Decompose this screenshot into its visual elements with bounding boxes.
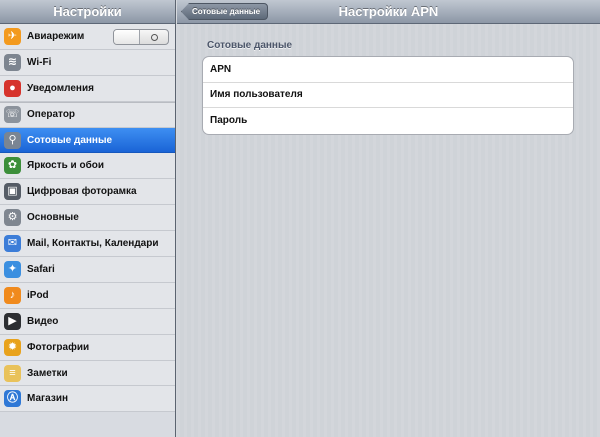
- toggle-off-indicator: [140, 30, 168, 44]
- field-row-2[interactable]: Пароль: [203, 108, 573, 134]
- field-row-0[interactable]: APN: [203, 57, 573, 83]
- field-label: APN: [210, 63, 232, 75]
- sidebar-item-label: Магазин: [27, 393, 69, 405]
- app-store-icon: Ⓐ: [4, 390, 21, 408]
- field-label: Имя пользователя: [210, 89, 303, 101]
- antenna-icon: ⚲: [4, 131, 21, 149]
- airplane-icon: ✈: [4, 27, 21, 45]
- sidebar-item-label: Оператор: [27, 109, 76, 121]
- wifi-icon: ≋: [4, 53, 21, 71]
- settings-menu: ✈ Авиарежим ≋ Wi-Fi ● Уведомления ☏ Оператор ⚲ Со…: [0, 24, 175, 413]
- toggle-knob: [114, 30, 140, 44]
- sidebar-item-label: Авиарежим: [27, 30, 85, 42]
- sidebar-item-label: iPod: [27, 289, 49, 301]
- sidebar-navbar: Настройки: [0, 0, 175, 24]
- video-icon: ▶: [4, 312, 21, 330]
- sidebar-item-label: Цифровая фоторамка: [27, 186, 137, 198]
- sidebar-item-antenna[interactable]: ⚲ Сотовые данные: [0, 127, 175, 154]
- sidebar-item-label: Заметки: [27, 367, 68, 379]
- settings-sidebar: Настройки ✈ Авиарежим ≋ Wi-Fi ● Уведомления ☏ О…: [0, 0, 176, 437]
- sidebar-item-sunflower[interactable]: ✹ Фотографии: [0, 334, 175, 361]
- section-header: Сотовые данные: [207, 40, 293, 51]
- back-button-label: Сотовые данные: [192, 7, 261, 16]
- sidebar-item-airplane[interactable]: ✈ Авиарежим: [0, 24, 175, 50]
- detail-pane: Сотовые данные Настройки APN Сотовые дан…: [177, 0, 600, 437]
- gear-icon: ⚙: [4, 209, 21, 227]
- field-row-1[interactable]: Имя пользователя: [203, 83, 573, 108]
- sidebar-item-video[interactable]: ▶ Видео: [0, 308, 175, 335]
- notes-icon: ≡: [4, 364, 21, 382]
- sidebar-item-photo-frame[interactable]: ▣ Цифровая фоторамка: [0, 179, 175, 206]
- sidebar-item-app-store[interactable]: Ⓐ Магазин: [0, 386, 175, 413]
- photo-frame-icon: ▣: [4, 183, 21, 201]
- back-button[interactable]: Сотовые данные: [181, 3, 269, 20]
- sidebar-item-label: Фотографии: [27, 341, 90, 353]
- sidebar-item-compass[interactable]: ✦ Safari: [0, 257, 175, 283]
- sidebar-item-flower[interactable]: ✿ Яркость и обои: [0, 153, 175, 180]
- sidebar-item-label: Яркость и обои: [27, 160, 104, 172]
- flower-icon: ✿: [4, 157, 21, 175]
- sidebar-title: Настройки: [53, 4, 122, 19]
- phone-icon: ☏: [4, 106, 21, 124]
- sidebar-item-gear[interactable]: ⚙ Основные: [0, 205, 175, 232]
- sidebar-item-label: Safari: [27, 263, 55, 275]
- sidebar-item-notes[interactable]: ≡ Заметки: [0, 360, 175, 387]
- sidebar-item-label: Уведомления: [27, 82, 94, 94]
- sidebar-item-label: Wi-Fi: [27, 56, 52, 68]
- notifications-icon: ●: [4, 79, 21, 97]
- sidebar-item-label: Видео: [27, 315, 59, 327]
- airplane-mode-toggle[interactable]: [113, 29, 169, 45]
- sidebar-item-notifications[interactable]: ● Уведомления: [0, 75, 175, 102]
- ipod-icon: ♪: [4, 286, 21, 304]
- sidebar-item-wifi[interactable]: ≋ Wi-Fi: [0, 49, 175, 76]
- sidebar-item-label: Основные: [27, 212, 79, 224]
- sidebar-item-mail[interactable]: ✉ Mail, Контакты, Календари: [0, 231, 175, 258]
- sidebar-item-label: Сотовые данные: [27, 134, 113, 146]
- detail-navbar: Сотовые данные Настройки APN: [177, 0, 600, 24]
- compass-icon: ✦: [4, 260, 21, 278]
- sidebar-item-label: Mail, Контакты, Календари: [27, 238, 159, 250]
- mail-icon: ✉: [4, 235, 21, 253]
- page-title: Настройки APN: [338, 4, 439, 19]
- sidebar-item-phone[interactable]: ☏ Оператор: [0, 101, 175, 128]
- sunflower-icon: ✹: [4, 338, 21, 356]
- apn-settings-group: APN Имя пользователя Пароль: [202, 56, 574, 135]
- off-circle-icon: [150, 33, 158, 41]
- field-label: Пароль: [210, 115, 248, 127]
- sidebar-item-ipod[interactable]: ♪ iPod: [0, 282, 175, 309]
